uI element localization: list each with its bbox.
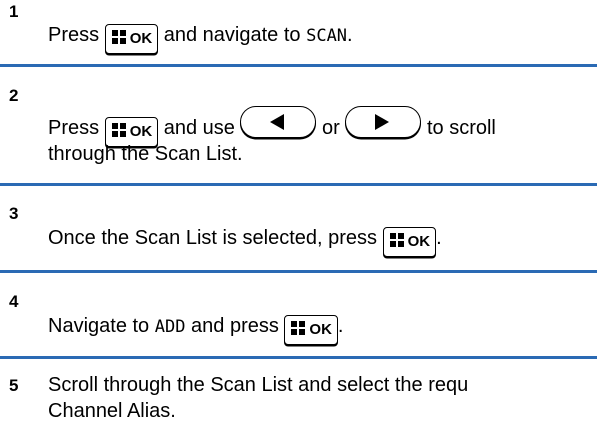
menu-ok-key-icon: OK: [104, 24, 159, 54]
menu-grid-icon: [111, 30, 126, 44]
left-arrow-icon: [270, 114, 285, 130]
display-text-scan: SCAN: [306, 26, 348, 46]
step-number: 2: [9, 86, 19, 105]
step-text-part: Once the Scan List is selected, press: [48, 227, 378, 249]
step-text-part: Navigate to: [48, 315, 150, 337]
ok-key-label: OK: [129, 123, 153, 140]
step-text-part: Press: [48, 24, 100, 46]
step-text-line2: Channel Alias.: [48, 400, 176, 422]
step-text-part: .: [347, 24, 353, 46]
step-divider: [0, 270, 597, 273]
step-text-part: Press: [48, 117, 100, 139]
step-text-part: to scroll: [426, 117, 496, 139]
step-text-line2: through the Scan List.: [48, 143, 243, 165]
menu-grid-icon: [291, 321, 306, 335]
menu-ok-key-icon: OK: [284, 315, 338, 345]
step-text-part: and press: [191, 315, 279, 337]
step-text: Press OK and navigate to SCAN.: [48, 22, 353, 54]
step-divider: [0, 183, 597, 186]
ok-key-label: OK: [407, 233, 431, 250]
step-text-part: and use: [163, 117, 235, 139]
step-text-part: or: [322, 117, 340, 139]
menu-ok-key-icon: OK: [382, 227, 437, 257]
menu-grid-icon: [389, 233, 404, 247]
left-navigation-key-icon: [240, 106, 317, 138]
display-text-add: ADD: [154, 317, 186, 337]
ok-key-label: OK: [129, 30, 153, 47]
right-navigation-key-icon: [345, 106, 422, 138]
step-text-part: and navigate to: [163, 24, 301, 46]
step-divider: [0, 356, 597, 359]
step-text: Once the Scan List is selected, press OK…: [48, 225, 442, 257]
step-text: Navigate to ADD and press OK .: [48, 313, 343, 345]
step-text-part: .: [436, 227, 442, 249]
step-number: 1: [9, 2, 19, 21]
ok-key-label: OK: [309, 321, 332, 338]
step-text: Scroll through the Scan List and select …: [48, 374, 469, 396]
step-number: 3: [9, 204, 19, 223]
menu-grid-icon: [111, 123, 126, 137]
step-number: 4: [9, 292, 19, 311]
step-divider: [0, 64, 597, 67]
step-number: 5: [9, 376, 19, 395]
step-text-part: .: [337, 315, 344, 337]
right-arrow-icon: [375, 114, 390, 130]
